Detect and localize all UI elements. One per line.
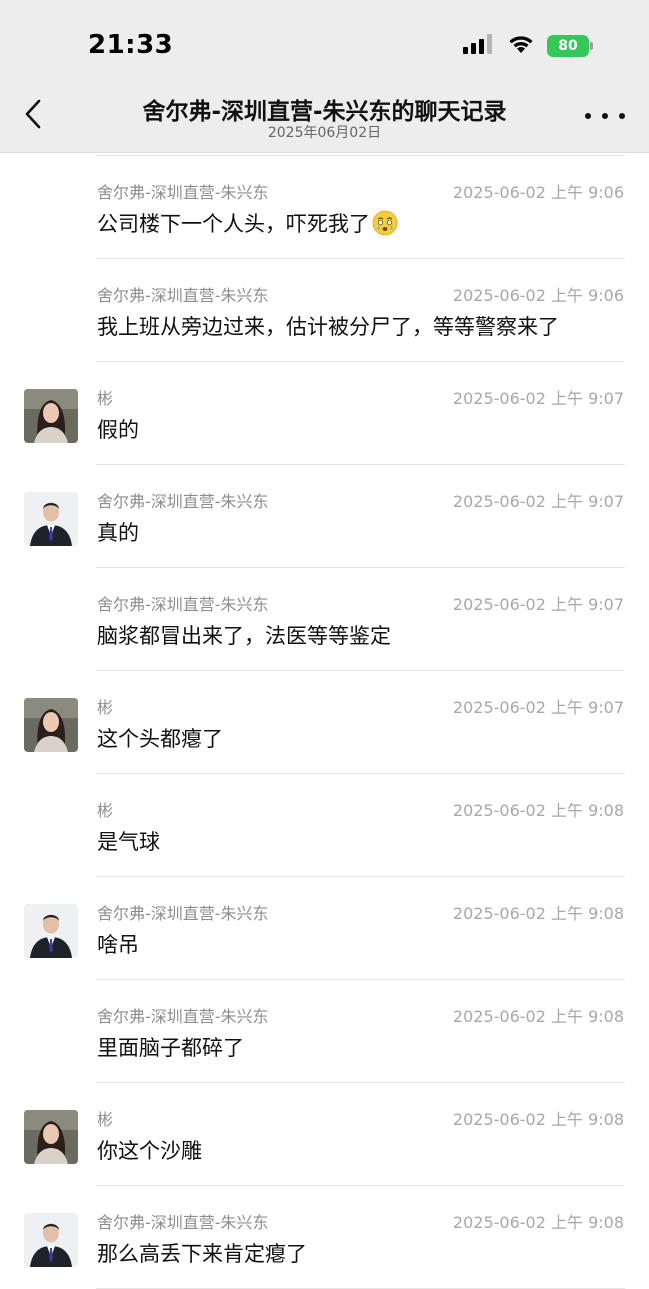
message-sender: 舍尔弗-深圳直营-朱兴东 <box>97 904 269 923</box>
message-time: 2025-06-02 上午 9:08 <box>452 801 624 820</box>
chat-message[interactable]: 舍尔弗-深圳直营-朱兴东 2025-06-02 上午 9:06 公司楼下一个人头，吓… <box>0 156 649 259</box>
message-time: 2025-06-02 上午 9:06 <box>452 286 624 305</box>
message-text-row: 假的 <box>97 414 139 444</box>
message-time: 2025-06-02 上午 9:08 <box>452 1110 624 1129</box>
message-sender: 舍尔弗-深圳直营-朱兴东 <box>97 1213 269 1232</box>
top-bar: 21:33 80 舍尔弗-深圳直营-朱兴东的聊天记录 2025年06月02日 <box>0 0 649 153</box>
message-text: 你这个沙雕 <box>97 1139 202 1163</box>
battery-charging-icon: 80 <box>547 35 593 57</box>
chat-message[interactable]: 舍尔弗-深圳直营-朱兴东 2025-06-02 上午 9:08 里面脑子都碎了 <box>0 980 649 1083</box>
message-sender: 彬 <box>97 389 114 408</box>
more-dot <box>585 113 591 119</box>
message-text: 我上班从旁边过来，估计被分尸了，等等警察来了 <box>97 315 559 339</box>
more-dot <box>602 113 608 119</box>
message-text: 真的 <box>97 521 139 545</box>
more-button[interactable] <box>585 104 625 128</box>
message-time: 2025-06-02 上午 9:06 <box>452 183 624 202</box>
message-text-row: 公司楼下一个人头，吓死我了 <box>97 208 398 238</box>
wifi-icon <box>507 34 535 58</box>
message-sender: 舍尔弗-深圳直营-朱兴东 <box>97 286 269 305</box>
message-text: 那么高丢下来肯定瘪了 <box>97 1242 307 1266</box>
message-text-row: 我上班从旁边过来，估计被分尸了，等等警察来了 <box>97 311 559 341</box>
chat-message[interactable]: 彬 2025-06-02 上午 9:07 这个头都瘪了 <box>0 671 649 774</box>
message-text: 假的 <box>97 418 139 442</box>
message-time: 2025-06-02 上午 9:08 <box>452 1213 624 1232</box>
message-text: 啥吊 <box>97 933 139 957</box>
chat-message[interactable]: 舍尔弗-深圳直营-朱兴东 2025-06-02 上午 9:08 那么高丢下来肯定瘪了 <box>0 1186 649 1289</box>
message-sender: 彬 <box>97 698 114 717</box>
message-sender: 舍尔弗-深圳直营-朱兴东 <box>97 492 269 511</box>
teary-face-emoji-icon <box>370 210 398 236</box>
status-time: 21:33 <box>88 30 174 60</box>
message-text-row: 你这个沙雕 <box>97 1135 202 1165</box>
message-text: 公司楼下一个人头，吓死我了 <box>97 212 370 236</box>
message-time: 2025-06-02 上午 9:07 <box>452 389 624 408</box>
message-sender: 舍尔弗-深圳直营-朱兴东 <box>97 1007 269 1026</box>
message-time: 2025-06-02 上午 9:08 <box>452 1007 624 1026</box>
chat-message[interactable]: 彬 2025-06-02 上午 9:07 假的 <box>0 362 649 465</box>
message-sender: 舍尔弗-深圳直营-朱兴东 <box>97 595 269 614</box>
message-text-row: 这个头都瘪了 <box>97 723 223 753</box>
message-text-row: 啥吊 <box>97 929 139 959</box>
chat-message[interactable]: 舍尔弗-深圳直营-朱兴东 2025-06-02 上午 9:08 啥吊 <box>0 877 649 980</box>
battery-level: 80 <box>558 38 578 54</box>
chat-message[interactable]: 舍尔弗-深圳直营-朱兴东 2025-06-02 上午 9:07 真的 <box>0 465 649 568</box>
message-sender: 舍尔弗-深圳直营-朱兴东 <box>97 183 269 202</box>
message-time: 2025-06-02 上午 9:08 <box>452 904 624 923</box>
chat-message[interactable]: 彬 2025-06-02 上午 9:08 你这个沙雕 <box>0 1083 649 1186</box>
message-text-row: 真的 <box>97 517 139 547</box>
status-icons: 80 <box>463 34 593 58</box>
more-dot <box>619 113 625 119</box>
message-text-row: 里面脑子都碎了 <box>97 1032 244 1062</box>
avatar[interactable] <box>24 904 78 958</box>
back-button[interactable] <box>16 96 50 136</box>
avatar[interactable] <box>24 389 78 443</box>
avatar[interactable] <box>24 492 78 546</box>
message-text: 里面脑子都碎了 <box>97 1036 244 1060</box>
avatar[interactable] <box>24 1213 78 1267</box>
message-time: 2025-06-02 上午 9:07 <box>452 492 624 511</box>
chevron-left-icon <box>24 99 42 133</box>
chat-message[interactable]: 舍尔弗-深圳直营-朱兴东 2025-06-02 上午 9:06 我上班从旁边过来，估… <box>0 259 649 362</box>
chat-message[interactable]: 彬 2025-06-02 上午 9:08 是气球 <box>0 774 649 877</box>
page-subtitle: 2025年06月02日 <box>267 125 382 141</box>
chat-record-list: 舍尔弗-深圳直营-朱兴东 2025-06-02 上午 9:06 公司楼下一个人头，吓… <box>0 152 649 1289</box>
chat-message[interactable]: 舍尔弗-深圳直营-朱兴东 2025-06-02 上午 9:07 脑浆都冒出来了，法医… <box>0 568 649 671</box>
avatar[interactable] <box>24 1110 78 1164</box>
message-text-row: 那么高丢下来肯定瘪了 <box>97 1238 307 1268</box>
message-sender: 彬 <box>97 1110 114 1129</box>
message-time: 2025-06-02 上午 9:07 <box>452 595 624 614</box>
message-sender: 彬 <box>97 801 114 820</box>
message-text-row: 脑浆都冒出来了，法医等等鉴定 <box>97 620 391 650</box>
message-time: 2025-06-02 上午 9:07 <box>452 698 624 717</box>
avatar[interactable] <box>24 698 78 752</box>
page-title: 舍尔弗-深圳直营-朱兴东的聊天记录 <box>142 99 507 125</box>
cellular-signal-icon <box>463 34 495 58</box>
message-text: 这个头都瘪了 <box>97 727 223 751</box>
message-text-row: 是气球 <box>97 826 160 856</box>
message-text: 是气球 <box>97 830 160 854</box>
message-text: 脑浆都冒出来了，法医等等鉴定 <box>97 624 391 648</box>
